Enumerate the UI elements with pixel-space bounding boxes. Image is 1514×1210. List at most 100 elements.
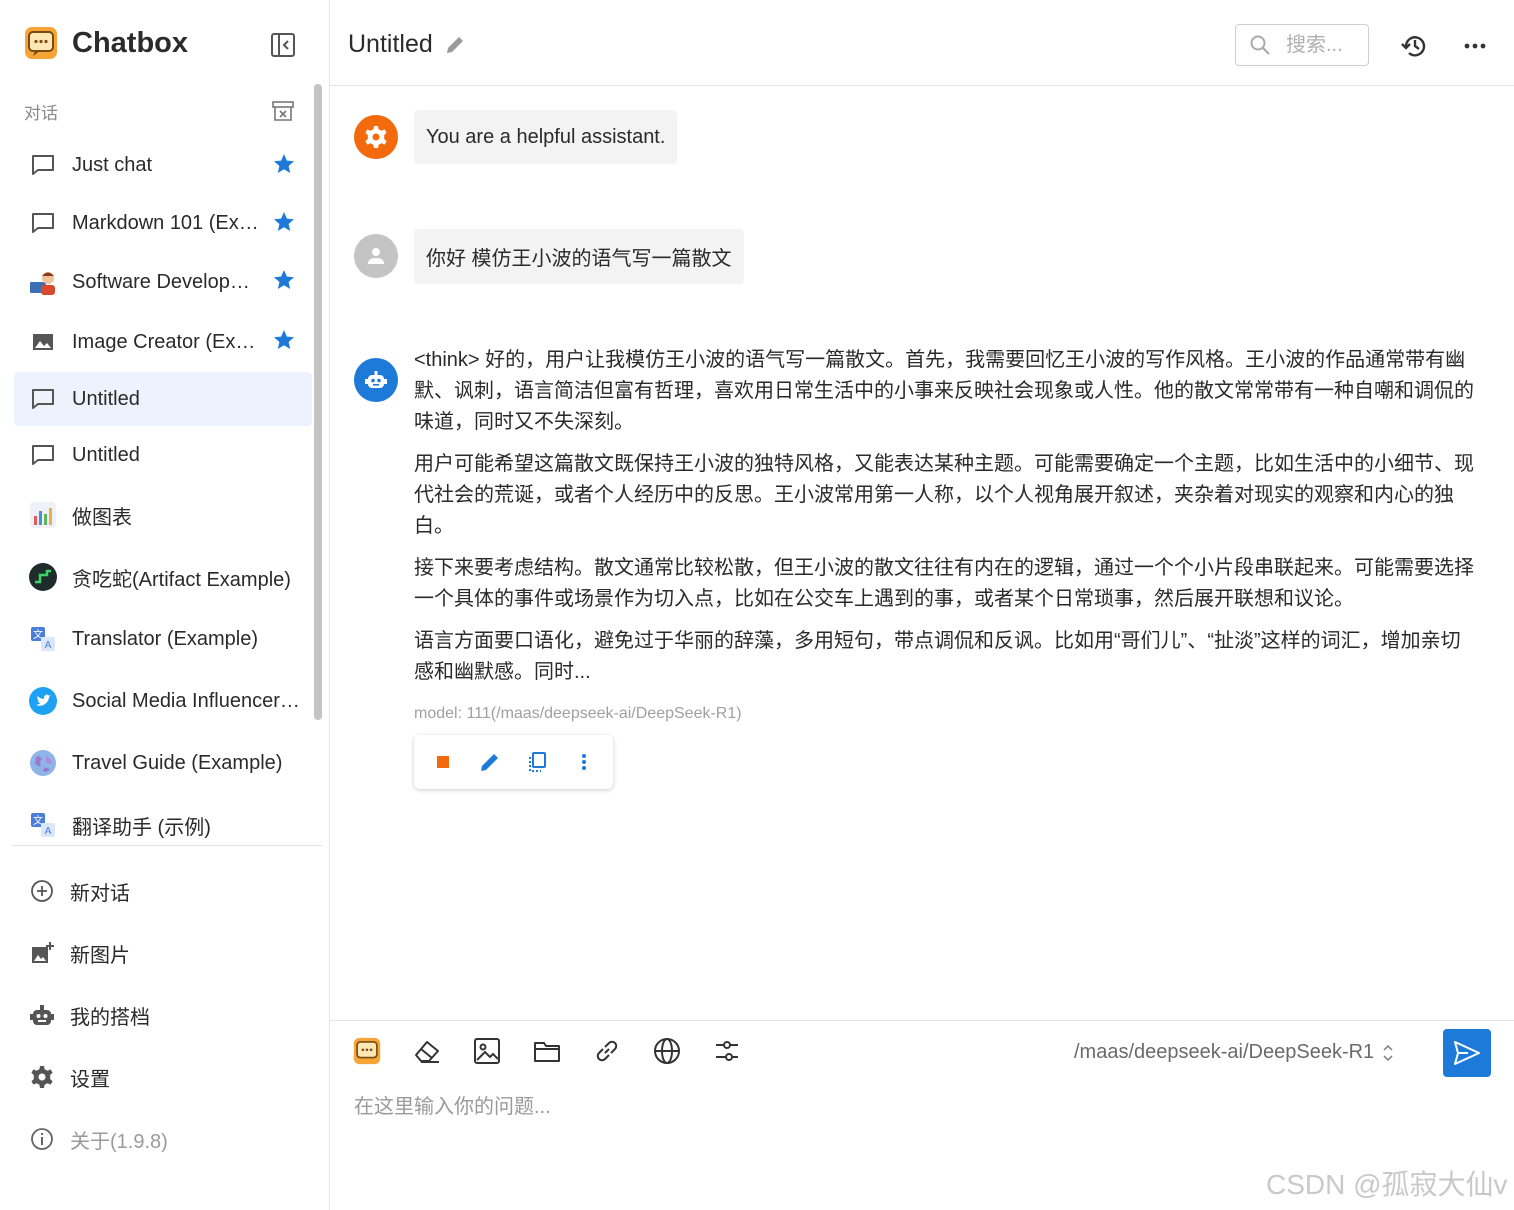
conversation-label: 翻译助手 (示例) [72,816,211,839]
chatbox-logo-icon [353,1037,381,1065]
conversation-item[interactable]: 文 A 翻译助手 (示例) [14,794,312,856]
conversation-item[interactable]: Untitled [14,426,312,484]
robot-icon [365,371,387,388]
chat-main: Untitled You are a helpful assistant. [330,0,1514,1210]
archive-icon[interactable] [270,98,296,124]
chatbox-model-button[interactable] [350,1034,384,1068]
assistant-paragraph: 用户可能希望这篇散文既保持王小波的独特风格，又能表达某种主题。可能需要确定一个主… [414,453,1474,537]
conversation-item[interactable]: 做图表 [14,484,312,546]
clear-context-button[interactable] [410,1034,444,1068]
person-icon [368,248,384,264]
brand: Chatbox [24,26,188,60]
star-icon[interactable] [272,152,296,176]
chat-header: Untitled [330,0,1514,86]
assistant-message: <think> 好的，用户让我模仿王小波的语气写一篇散文。首先，我需要回忆王小波… [414,345,1474,699]
chat-title: Untitled [348,30,433,58]
pencil-icon [481,754,499,771]
message-input[interactable] [354,1087,1454,1127]
my-partners-button[interactable]: 我的搭档 [14,984,312,1046]
send-icon [1454,1041,1480,1065]
collapse-sidebar-icon[interactable] [268,30,298,60]
conversation-item[interactable]: 文 A Translator (Example) [14,608,312,670]
chat-settings-button[interactable] [710,1034,744,1068]
my-partners-label: 我的搭档 [70,1006,150,1029]
chat-bubble-icon [28,384,58,414]
svg-text:A: A [45,640,52,651]
conversation-item[interactable]: Travel Guide (Example) [14,732,312,794]
new-image-label: 新图片 [70,944,130,967]
settings-label: 设置 [70,1068,110,1091]
more-horizontal-icon[interactable] [1460,31,1490,61]
conversation-item[interactable]: 贪吃蛇(Artifact Example) [14,546,312,608]
conversation-label: Markdown 101 (Example) [72,211,260,234]
message-list: You are a helpful assistant. 你好 模仿王小波的语气… [330,87,1514,1019]
conversation-label: Untitled [72,443,140,466]
input-toolbar [350,1034,770,1068]
conversation-label: 贪吃蛇(Artifact Example) [72,568,291,591]
conversation-label: Software Developer (Example) [72,270,260,293]
edit-message-button[interactable] [475,747,505,777]
attach-link-button[interactable] [590,1034,624,1068]
search-icon [1250,35,1270,55]
send-button[interactable] [1443,1029,1491,1077]
conversation-label: Social Media Influencer (Example) [72,689,304,712]
star-icon[interactable] [272,328,296,352]
conversation-label: Travel Guide (Example) [72,751,283,774]
snake-game-avatar-icon [28,562,58,592]
image-icon [28,327,58,357]
developer-avatar-icon [28,267,58,297]
conversation-item[interactable]: Image Creator (Example) [14,312,312,372]
robot-icon [28,1001,56,1029]
sidebar-bottom-nav: 新对话 新图片 我的搭档 设置 关于(1.9.8) [14,860,312,1170]
chat-bubble-icon [28,440,58,470]
model-selector-label: /maas/deepseek-ai/DeepSeek-R1 [1074,1041,1375,1063]
history-icon[interactable] [1400,31,1430,61]
star-icon[interactable] [272,210,296,234]
pencil-icon[interactable] [444,34,466,56]
web-search-button[interactable] [650,1034,684,1068]
brand-name: Chatbox [72,26,188,59]
assistant-paragraph: 语言方面要口语化，避免过于华丽的辞藻，多用短句，带点调侃和反讽。比如用“哥们儿”… [414,630,1461,683]
conversation-list: Just chat Markdown 101 (Example) [14,136,312,856]
translate-icon: 文 A [28,810,58,840]
user-message: 你好 模仿王小波的语气写一篇散文 [414,229,744,284]
globe-avatar-icon [28,748,58,778]
new-chat-button[interactable]: 新对话 [14,860,312,922]
conversation-item-active[interactable]: Untitled [14,372,312,426]
search-input[interactable] [1286,33,1366,57]
twitter-bird-icon [28,686,58,716]
search-box[interactable] [1235,24,1369,66]
chat-bubble-icon [28,208,58,238]
more-actions-button[interactable] [569,747,599,777]
model-selector[interactable]: /maas/deepseek-ai/DeepSeek-R1 [1074,1041,1396,1064]
input-area: /maas/deepseek-ai/DeepSeek-R1 CSDN @孤寂大仙… [330,1020,1514,1210]
conversation-item[interactable]: Social Media Influencer (Example) [14,670,312,732]
conversation-item[interactable]: Software Developer (Example) [14,252,312,312]
settings-button[interactable]: 设置 [14,1046,312,1108]
about-label: 关于(1.9.8) [70,1130,168,1153]
watermark: CSDN @孤寂大仙v [1266,1169,1508,1200]
chart-avatar-icon [28,500,58,530]
conversation-item[interactable]: Just chat [14,136,312,194]
sidebar-scrollbar[interactable] [314,84,322,720]
assistant-paragraph: 接下来要考虑结构。散文通常比较松散，但王小波的散文往往有内在的逻辑，通过一个个小… [414,557,1474,610]
eraser-icon [415,1041,439,1063]
conversation-item[interactable]: Markdown 101 (Example) [14,194,312,252]
about-button[interactable]: 关于(1.9.8) [14,1108,312,1170]
message-action-bar [414,735,613,789]
add-circle-icon [28,877,56,905]
new-image-button[interactable]: 新图片 [14,922,312,984]
sliders-icon [716,1041,738,1061]
copy-icon [528,752,546,772]
stop-button[interactable] [428,747,458,777]
folder-icon [534,1042,560,1062]
attach-image-button[interactable] [470,1034,504,1068]
attach-file-button[interactable] [530,1034,564,1068]
svg-text:A: A [45,826,52,837]
star-icon[interactable] [272,268,296,292]
user-avatar [354,234,398,278]
add-photo-icon [28,939,56,967]
copy-message-button[interactable] [522,747,552,777]
gear-icon [28,1063,56,1091]
stop-icon [437,756,450,768]
